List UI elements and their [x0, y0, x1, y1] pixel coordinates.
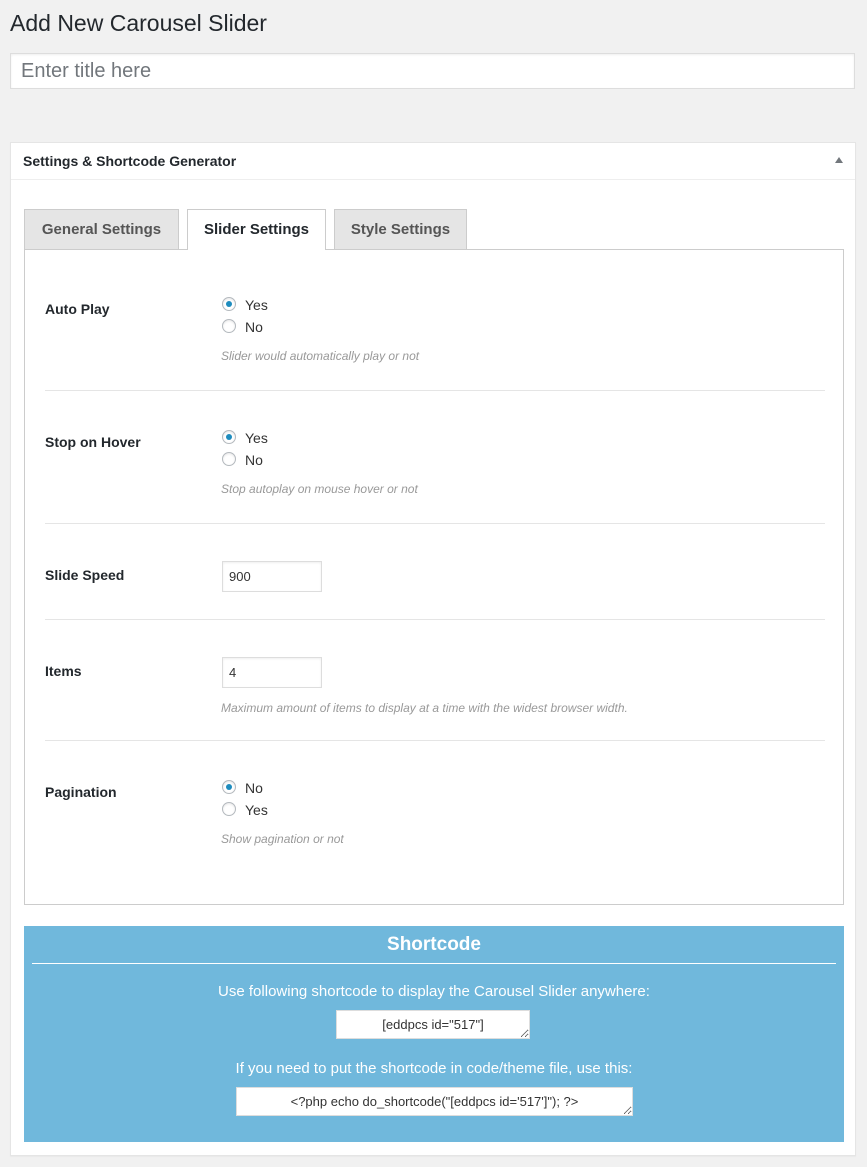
stop-on-hover-description: Stop autoplay on mouse hover or not: [221, 482, 418, 496]
divider: [45, 523, 825, 524]
auto-play-description: Slider would automatically play or not: [221, 349, 420, 363]
radio-button[interactable]: [222, 452, 236, 466]
slide-speed-input[interactable]: [222, 561, 322, 592]
php-shortcode-textarea[interactable]: <?php echo do_shortcode("[eddpcs id='517…: [236, 1087, 633, 1116]
radio-button[interactable]: [222, 780, 236, 794]
items-input[interactable]: [222, 657, 322, 688]
radio-label: No: [245, 452, 263, 468]
items-description: Maximum amount of items to display at a …: [221, 701, 628, 715]
divider: [45, 740, 825, 741]
metabox-header[interactable]: Settings & Shortcode Generator: [11, 143, 855, 180]
stop-on-hover-label: Stop on Hover: [45, 434, 141, 450]
radio-button[interactable]: [222, 319, 236, 333]
shortcode-instruction: Use following shortcode to display the C…: [218, 983, 650, 1000]
divider: [45, 390, 825, 391]
radio-label: No: [245, 780, 263, 796]
page-title: Add New Carousel Slider: [10, 10, 267, 36]
php-shortcode-instruction: If you need to put the shortcode in code…: [235, 1060, 633, 1077]
shortcode-title: Shortcode: [387, 934, 481, 955]
divider: [45, 619, 825, 620]
collapse-arrow-icon[interactable]: [835, 157, 843, 163]
radio-button[interactable]: [222, 297, 236, 311]
radio-button[interactable]: [222, 430, 236, 444]
shortcode-divider: [32, 963, 836, 964]
settings-metabox: Settings & Shortcode Generator General S…: [10, 142, 856, 1156]
pagination-description: Show pagination or not: [221, 832, 344, 846]
metabox-title: Settings & Shortcode Generator: [23, 153, 237, 169]
tab-style-settings[interactable]: Style Settings: [334, 209, 467, 249]
items-label: Items: [45, 663, 82, 679]
tab-general-settings[interactable]: General Settings: [24, 209, 179, 249]
pagination-label: Pagination: [45, 784, 117, 800]
radio-label: Yes: [245, 297, 268, 313]
tab-slider-settings[interactable]: Slider Settings: [187, 209, 326, 250]
radio-label: No: [245, 319, 263, 335]
radio-label: Yes: [245, 802, 268, 818]
shortcode-textarea[interactable]: [eddpcs id="517"]: [336, 1010, 530, 1039]
auto-play-label: Auto Play: [45, 301, 110, 317]
slide-speed-label: Slide Speed: [45, 567, 125, 583]
radio-button[interactable]: [222, 802, 236, 816]
radio-label: Yes: [245, 430, 268, 446]
title-input[interactable]: [10, 53, 855, 89]
shortcode-panel: Shortcode Use following shortcode to dis…: [24, 926, 844, 1142]
slider-settings-panel: Auto Play Yes No Slider would automatica…: [24, 249, 844, 905]
